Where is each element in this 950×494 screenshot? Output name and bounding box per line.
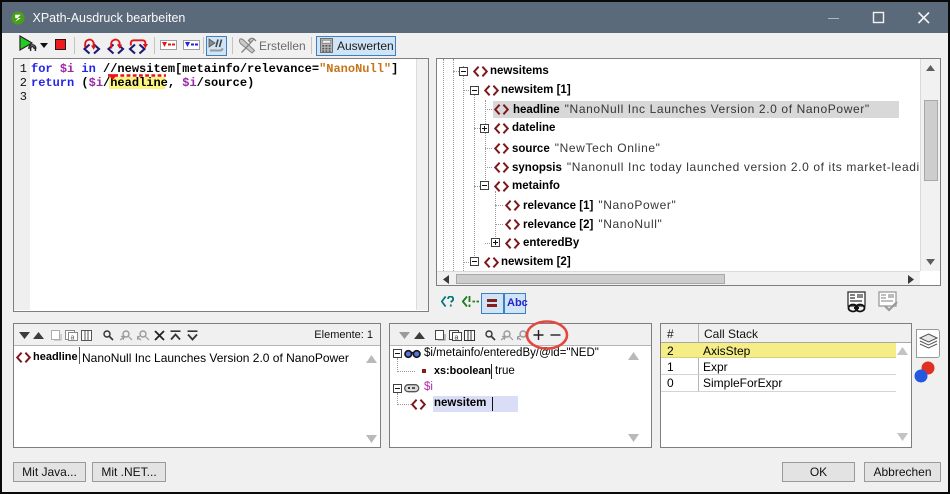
svg-text:a: a xyxy=(71,335,75,342)
svg-text:a: a xyxy=(455,335,459,342)
